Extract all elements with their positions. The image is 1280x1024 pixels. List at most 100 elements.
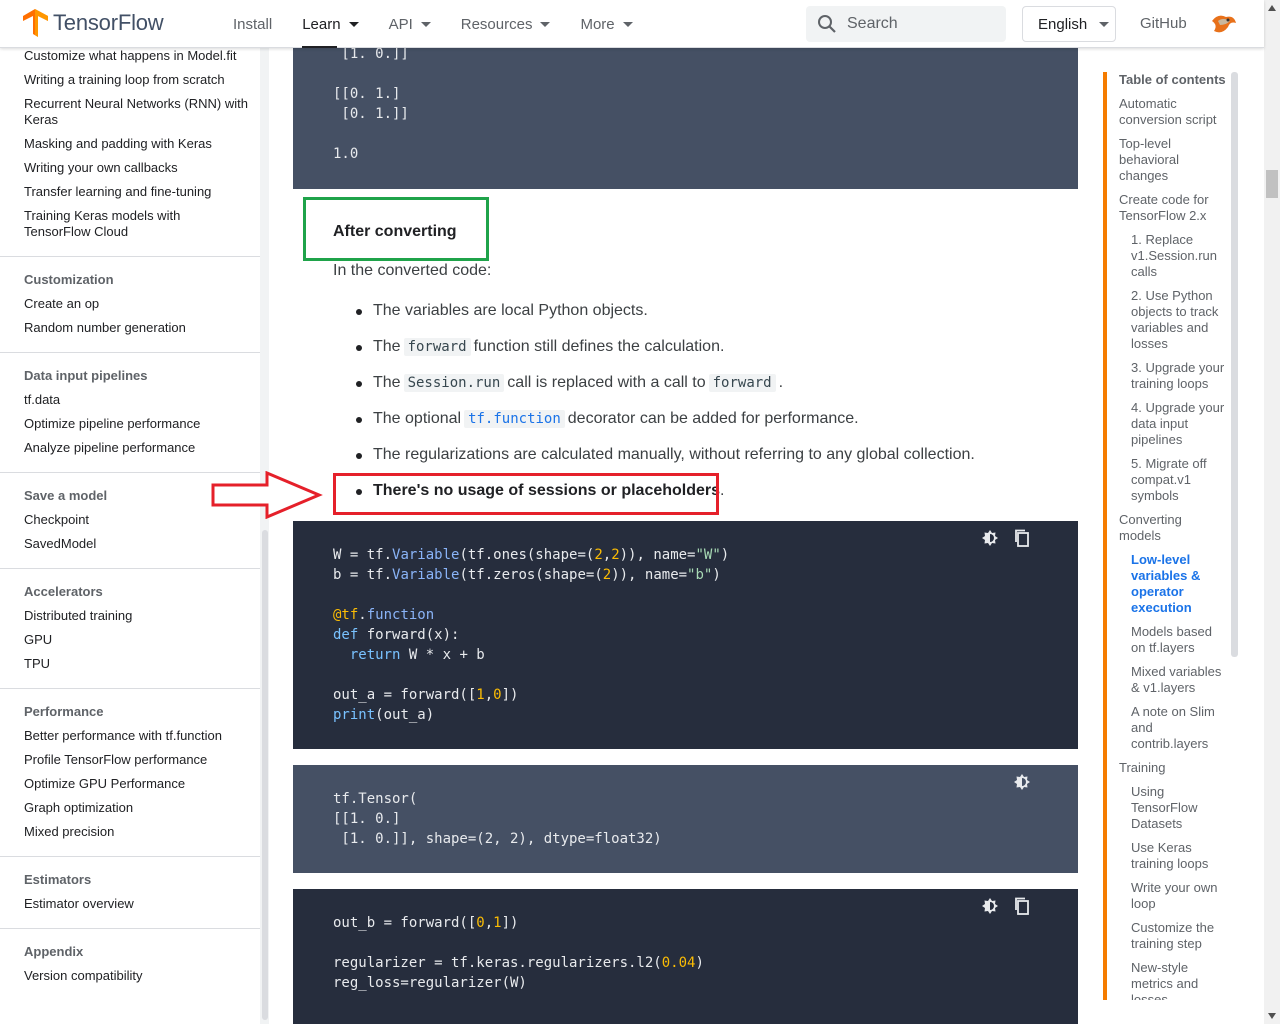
toc-item[interactable]: Automatic conversion script <box>1119 96 1229 128</box>
list-item: The optional tf.function decorator can be … <box>356 410 859 428</box>
copy-icon[interactable] <box>1013 897 1031 915</box>
sidebar-item[interactable]: Writing your own callbacks <box>24 160 249 176</box>
sidebar-scrollbar-thumb[interactable] <box>262 530 268 1020</box>
sidebar-divider <box>0 928 260 929</box>
sidebar-section-heading: Customization <box>24 272 114 287</box>
toc-item[interactable]: 5. Migrate off compat.v1 symbols <box>1131 456 1229 504</box>
arrow-right-icon <box>211 471 323 519</box>
sidebar-item[interactable]: Distributed training <box>24 608 249 624</box>
toc-item[interactable]: Mixed variables & v1.layers <box>1131 664 1229 696</box>
list-item-text: decorator can be added for performance. <box>567 410 859 427</box>
list-item: The Session.run call is replaced with a ca… <box>356 374 783 392</box>
code-output-block: tf.Tensor( [[1. 0.] [1. 0.]], shape=(2, … <box>293 765 1078 873</box>
page-scrollbar-thumb[interactable] <box>1266 170 1278 198</box>
copy-icon[interactable] <box>1013 529 1031 547</box>
list-item-text: The variables are local Python objects. <box>373 302 648 319</box>
toc-item[interactable]: 4. Upgrade your data input pipelines <box>1131 400 1229 448</box>
nav-api[interactable]: API <box>389 0 431 48</box>
code-line: 1.0 <box>333 146 359 162</box>
brand-name: TensorFlow <box>53 10 164 35</box>
nav-learn-label: Learn <box>302 15 341 33</box>
list-item-text: function still defines the calculation. <box>473 338 725 355</box>
dark-mode-toggle-icon[interactable] <box>1013 773 1031 791</box>
sidebar-item[interactable]: Better performance with tf.function <box>24 728 249 744</box>
list-item-text: The regularizations are calculated manua… <box>373 446 975 463</box>
nav-resources[interactable]: Resources <box>461 0 551 48</box>
page-scrollbar[interactable] <box>1264 0 1280 1024</box>
sidebar-item[interactable]: Optimize GPU Performance <box>24 776 249 792</box>
paragraph: In the converted code: <box>333 262 492 279</box>
toc-item[interactable]: Top-level behavioral changes <box>1119 136 1219 184</box>
sidebar-item[interactable]: Random number generation <box>24 320 249 336</box>
sidebar-item[interactable]: SavedModel <box>24 536 249 552</box>
toc-item[interactable]: Using TensorFlow Datasets <box>1131 784 1221 832</box>
nav-install[interactable]: Install <box>233 0 272 48</box>
code-line: [0. 1.]] <box>333 106 409 122</box>
sidebar-item[interactable]: TPU <box>24 656 249 672</box>
chevron-down-icon <box>540 21 551 27</box>
list-item-text: . <box>720 482 725 499</box>
sidebar-item[interactable]: tf.data <box>24 392 249 408</box>
sidebar-item[interactable]: Analyze pipeline performance <box>24 440 249 456</box>
toc-item[interactable]: Models based on tf.layers <box>1131 624 1229 656</box>
nav-more[interactable]: More <box>580 0 633 48</box>
sidebar-item[interactable]: GPU <box>24 632 249 648</box>
toc-item-active[interactable]: Low-level variables & operator execution <box>1131 552 1223 616</box>
sidebar-item[interactable]: Optimize pipeline performance <box>24 416 249 432</box>
sidebar-item[interactable]: Customize what happens in Model.fit <box>24 48 249 64</box>
sidebar-item[interactable]: Create an op <box>24 296 249 312</box>
sidebar-item[interactable]: Profile TensorFlow performance <box>24 752 249 768</box>
language-select[interactable]: English <box>1022 6 1116 42</box>
tensorflow-logo[interactable]: TensorFlow <box>22 9 164 37</box>
sidebar-item[interactable]: Transfer learning and fine-tuning <box>24 184 249 200</box>
sidebar-item[interactable]: Masking and padding with Keras <box>24 136 249 152</box>
dark-mode-toggle-icon[interactable] <box>981 529 999 547</box>
toc-item[interactable]: A note on Slim and contrib.layers <box>1131 704 1229 752</box>
code-line: @tf.function <box>333 607 435 623</box>
toc-item[interactable]: Write your own loop <box>1131 880 1229 912</box>
toc-item[interactable]: Training <box>1119 760 1165 776</box>
search-icon <box>818 15 836 33</box>
sidebar-section-heading: Save a model <box>24 488 108 503</box>
sidebar-item[interactable]: Mixed precision <box>24 824 249 840</box>
toc-item[interactable]: Use Keras training loops <box>1131 840 1229 872</box>
toc-item[interactable]: New-style metrics and losses <box>1131 960 1229 1000</box>
inline-code-link[interactable]: tf.function <box>464 410 565 428</box>
sidebar-item[interactable]: Recurrent Neural Networks (RNN) with Ker… <box>24 96 249 128</box>
nav-more-label: More <box>580 15 615 33</box>
code-line: def forward(x): <box>333 627 460 643</box>
sidebar-divider <box>0 352 260 353</box>
user-avatar-icon[interactable] <box>1208 9 1238 39</box>
sidebar-item[interactable]: Training Keras models with TensorFlow Cl… <box>24 208 249 240</box>
toc-item[interactable]: 3. Upgrade your training loops <box>1131 360 1229 392</box>
list-item: The forward function still defines the cal… <box>356 338 724 356</box>
chevron-down-icon <box>622 21 633 27</box>
chevron-down-icon <box>420 21 431 27</box>
sidebar-section-heading: Data input pipelines <box>24 368 148 383</box>
toc-item[interactable]: Customize the training step <box>1131 920 1229 952</box>
sidebar-item[interactable]: Estimator overview <box>24 896 249 912</box>
toc-item[interactable]: Create code for TensorFlow 2.x <box>1119 192 1229 224</box>
toc-item[interactable]: 1. Replace v1.Session.run calls <box>1131 232 1229 280</box>
code-block: out_b = forward([0,1]) regularizer = tf.… <box>293 889 1078 1024</box>
toc-item[interactable]: 2. Use Python objects to track variables… <box>1131 288 1229 352</box>
code-line: tf.Tensor( <box>333 791 418 807</box>
dark-mode-toggle-icon[interactable] <box>981 897 999 915</box>
sidebar-item[interactable]: Graph optimization <box>24 800 249 816</box>
sidebar-divider <box>0 256 260 257</box>
scroll-down-arrow-icon[interactable] <box>1267 1012 1277 1020</box>
main-nav: Install Learn API Resources More <box>233 0 663 48</box>
nav-learn[interactable]: Learn <box>302 0 359 48</box>
github-link[interactable]: GitHub <box>1140 15 1187 32</box>
search-input[interactable]: Search <box>806 6 1006 42</box>
sidebar-item[interactable]: Writing a training loop from scratch <box>24 72 249 88</box>
code-line: b = tf.Variable(tf.zeros(shape=(2)), nam… <box>333 567 721 583</box>
toc-item[interactable]: Converting models <box>1119 512 1219 544</box>
code-line: [[1. 0.] <box>333 811 401 827</box>
inline-code: Session.run <box>403 374 505 392</box>
inline-code: forward <box>403 338 471 356</box>
list-item: The variables are local Python objects. <box>356 302 648 320</box>
sidebar-item[interactable]: Version compatibility <box>24 968 249 984</box>
scroll-up-arrow-icon[interactable] <box>1267 4 1277 12</box>
list-item-text: call is replaced with a call to <box>507 374 706 391</box>
